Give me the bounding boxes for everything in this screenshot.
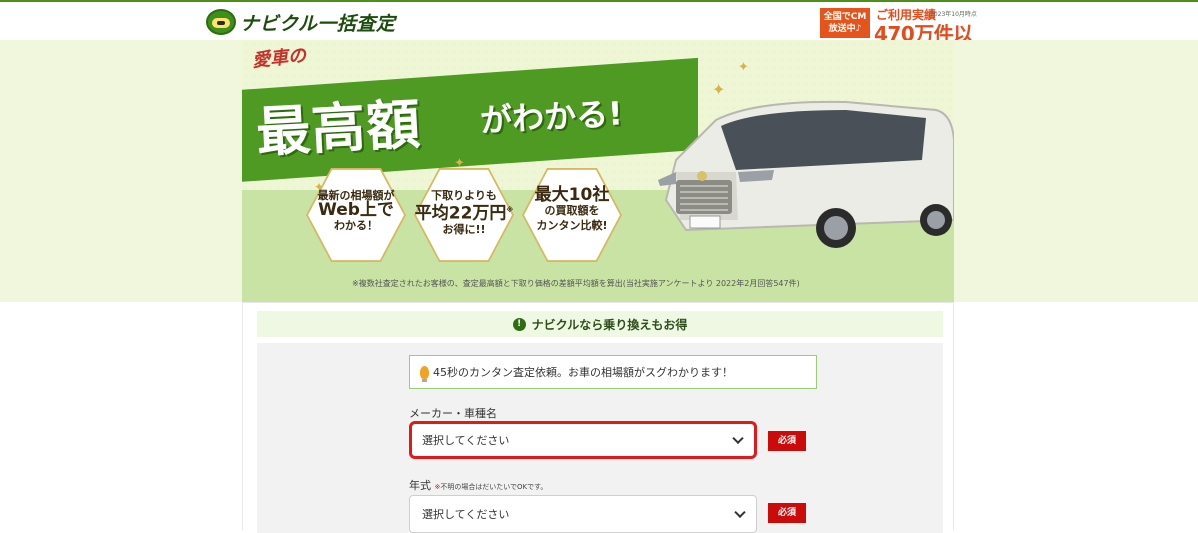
hex-text: 下取りよりも 平均22万円※ お得に!! — [414, 188, 514, 237]
required-badge: 必須 — [768, 503, 806, 523]
site-header: ナビクル一括査定 全国でCM放送中♪ ご利用実績 2023年10月時点 470万… — [0, 2, 1198, 75]
notice-bar: ! ナビクルなら乗り換えもお得 — [257, 311, 943, 337]
select-placeholder: 選択してください — [422, 508, 510, 521]
site-logo[interactable]: ナビクル一括査定 — [206, 8, 395, 36]
select-placeholder: 選択してください — [422, 434, 510, 447]
hex-line: カンタン比較! — [536, 219, 608, 232]
maker-model-select[interactable]: 選択してください — [409, 421, 757, 459]
logo-text: ナビクル一括査定 — [240, 12, 396, 35]
note-text: 不明の場合はだいたいでOKです。 — [440, 483, 548, 491]
hex-line: 下取りよりも — [431, 189, 497, 202]
maker-model-label: メーカー・車種名 — [409, 407, 497, 420]
usage-record-note: 2023年10月時点 — [930, 11, 977, 18]
hero-footnote: ※複数社査定されたお客様の、査定最高額と下取り価格の差額平均額を算出(当社実施ア… — [352, 279, 800, 288]
lightbulb-icon — [420, 365, 429, 382]
hex-line-emphasis: Web上で — [318, 200, 394, 220]
hex-line-emphasis: 最大10社 — [534, 185, 610, 205]
hex-line-emphasis: 平均22万円※ — [414, 203, 514, 222]
car-image — [658, 100, 954, 248]
mascot-logo-icon — [206, 9, 236, 35]
sparkle-icon: ✦ — [738, 60, 749, 75]
feature-hex-compare: 最大10社 の買取額を カンタン比較! — [522, 166, 622, 264]
hex-text: 最新の相場額が Web上で わかる！ — [306, 188, 406, 233]
model-year-label: 年式 ※不明の場合はだいたいでOKです。 — [409, 477, 547, 493]
hex-line: お得に!! — [442, 222, 486, 236]
hex-footnote-mark: ※ — [506, 206, 514, 214]
chevron-down-icon — [734, 506, 746, 519]
hero-banner: 愛車の 最高額 がわかる! ✦ ✦ ✦ ✦ 最新の相場額が Web上で わかる！… — [242, 40, 954, 302]
hex-emphasis-text: 平均22万円 — [414, 203, 507, 224]
feature-hex-web: 最新の相場額が Web上で わかる！ — [306, 166, 406, 264]
hex-line: わかる！ — [334, 219, 378, 232]
cm-badge: 全国でCM放送中♪ — [820, 8, 870, 38]
hex-text: 最大10社 の買取額を カンタン比較! — [522, 185, 622, 233]
chevron-down-icon — [732, 432, 744, 445]
usage-record: ご利用実績 2023年10月時点 470万件以上! — [874, 6, 994, 75]
headline-sub: がわかる! — [479, 94, 624, 140]
info-box: 45秒のカンタン査定依頼。お車の相場額がスグわかります！ — [409, 355, 817, 389]
exclamation-icon: ! — [512, 317, 526, 331]
required-badge: 必須 — [768, 431, 806, 451]
notice-text: ナビクルなら乗り換えもお得 — [531, 317, 688, 332]
feature-hex-savings: 下取りよりも 平均22万円※ お得に!! — [414, 166, 514, 264]
assessment-form-panel: ! ナビクルなら乗り換えもお得 45秒のカンタン査定依頼。お車の相場額がスグわか… — [242, 302, 954, 533]
feature-hexagons: 最新の相場額が Web上で わかる！ 下取りよりも 平均22万円※ お得に!! … — [306, 160, 636, 270]
headline-main: 最高額 — [254, 92, 423, 165]
model-year-select[interactable]: 選択してください — [409, 495, 757, 533]
info-text: 45秒のカンタン査定依頼。お車の相場額がスグわかります！ — [433, 366, 733, 379]
model-year-note: ※不明の場合はだいたいでOKです。 — [435, 483, 548, 491]
model-year-label-text: 年式 — [409, 479, 431, 492]
hex-line: の買取額を — [544, 204, 600, 217]
form-body: 45秒のカンタン査定依頼。お車の相場額がスグわかります！ メーカー・車種名 選択… — [257, 343, 943, 533]
